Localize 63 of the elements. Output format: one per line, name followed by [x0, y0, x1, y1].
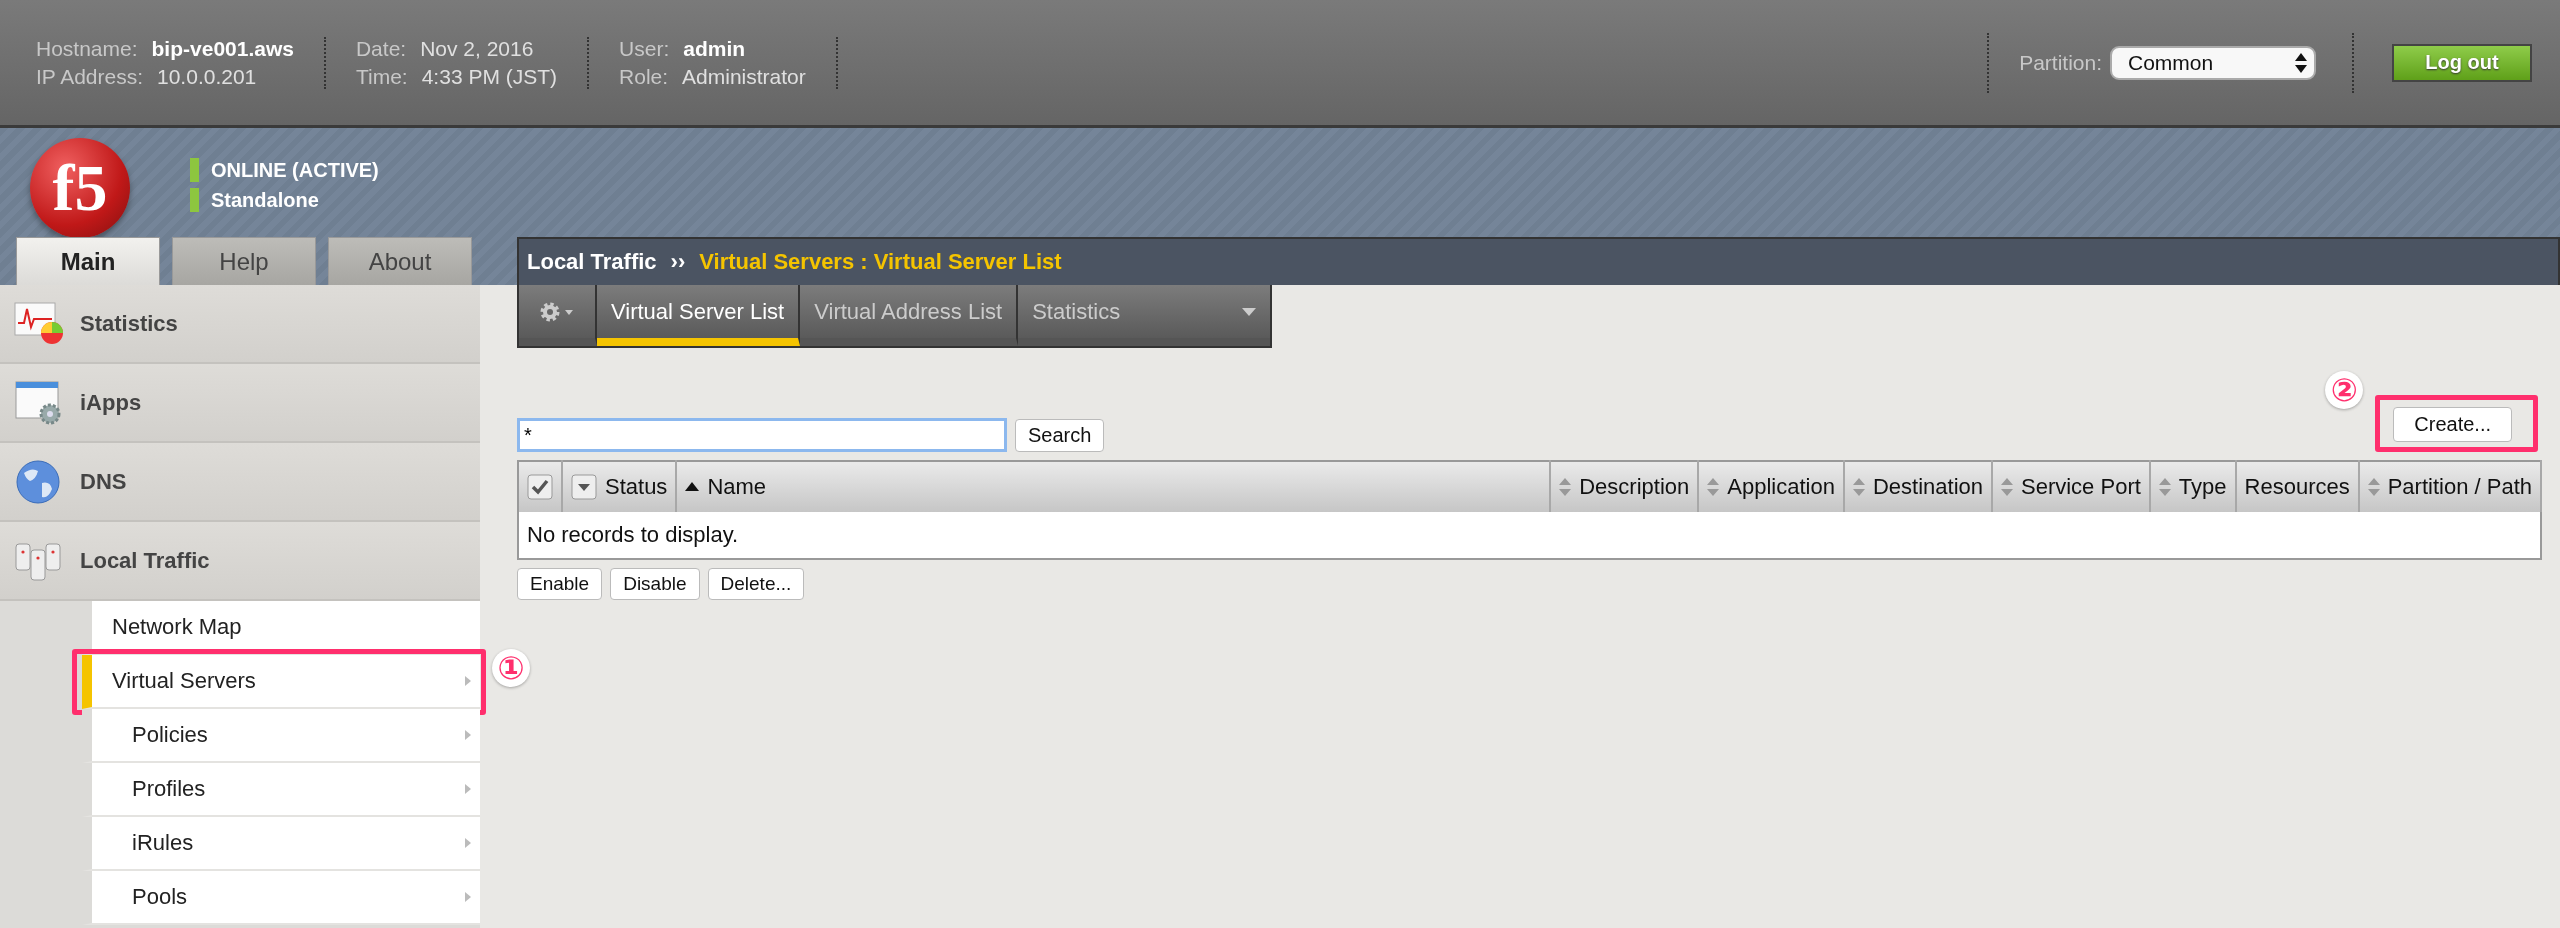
nav-tab[interactable]: Help — [172, 237, 316, 285]
column-header[interactable]: Type — [2149, 461, 2236, 512]
sort-ascending-icon — [685, 482, 700, 492]
info-label: Time: — [355, 64, 408, 89]
partition-label: Partition: — [2019, 50, 2102, 75]
sort-icon — [2158, 478, 2171, 496]
updown-icon — [2294, 51, 2308, 74]
create-button[interactable]: Create... — [2393, 407, 2512, 442]
settings-icon — [539, 300, 575, 323]
status-text: ONLINE (ACTIVE) — [211, 158, 379, 182]
partition-select[interactable]: Common — [2110, 45, 2316, 80]
sidebar-menu-item[interactable]: Virtual Servers — [82, 655, 480, 709]
sort-icon — [1852, 478, 1865, 496]
sidebar-menu-item[interactable]: Policies — [82, 709, 480, 763]
subtab[interactable]: Virtual Server List — [597, 285, 801, 346]
status-text: Standalone — [211, 188, 319, 212]
sidebar-menu-item[interactable]: Profiles — [82, 763, 480, 817]
info-value: bip-ve001.aws — [151, 36, 294, 61]
column-header[interactable]: Status — [562, 461, 677, 512]
sort-icon — [2001, 478, 2013, 496]
info-value: 10.0.0.201 — [157, 64, 257, 89]
sort-icon — [1559, 478, 1572, 496]
column-header[interactable]: Application — [1698, 461, 1844, 512]
column-header[interactable]: Destination — [1843, 461, 1992, 512]
status-indicator — [190, 188, 199, 212]
chart-icon — [14, 300, 64, 347]
info-value: admin — [683, 36, 746, 61]
sort-icon — [2367, 478, 2380, 496]
action-button[interactable]: Disable — [610, 568, 700, 600]
info-label: Role: — [619, 64, 669, 89]
info-label: User: — [619, 36, 670, 61]
nav-tab[interactable]: About — [328, 237, 472, 285]
breadcrumb-page: Virtual Servers : Virtual Server List — [699, 249, 1062, 275]
action-button[interactable]: Enable — [517, 568, 603, 600]
search-field[interactable]: * — [517, 418, 1007, 452]
info-label: Hostname: — [36, 36, 138, 61]
status-indicator — [190, 158, 199, 182]
search-button[interactable]: Search — [1015, 418, 1105, 452]
dropdown-icon — [571, 474, 597, 500]
breadcrumb-separator: ›› — [670, 249, 686, 275]
column-header[interactable]: Partition / Path — [2358, 461, 2541, 512]
nav-tab[interactable]: Main — [16, 237, 160, 285]
column-header[interactable]: Service Port — [1992, 461, 2150, 512]
column-header[interactable]: Description — [1550, 461, 1699, 512]
breadcrumb-section[interactable]: Local Traffic — [527, 249, 657, 275]
step-number: ② — [2325, 371, 2364, 409]
logo: f5 — [30, 138, 130, 238]
settings-menu-button[interactable] — [519, 285, 597, 346]
column-header[interactable]: Resources — [2235, 461, 2359, 512]
column-header[interactable] — [518, 461, 562, 512]
sidebar-menu-item[interactable]: Pools — [82, 871, 480, 925]
info-label: Date: — [355, 36, 407, 61]
info-value: 4:33 PM (JST) — [421, 64, 558, 89]
sort-icon — [1707, 478, 1720, 496]
empty-message: No records to display. — [518, 512, 2541, 559]
action-button[interactable]: Delete... — [707, 568, 805, 600]
info-value: Administrator — [682, 64, 806, 89]
column-header[interactable]: Name — [676, 461, 1551, 512]
info-label: IP Address: — [36, 64, 143, 89]
info-value: Nov 2, 2016 — [420, 36, 534, 61]
checkbox-icon — [527, 474, 553, 500]
sidebar-menu-item[interactable]: iRules — [82, 817, 480, 871]
step-number: ① — [492, 649, 530, 687]
